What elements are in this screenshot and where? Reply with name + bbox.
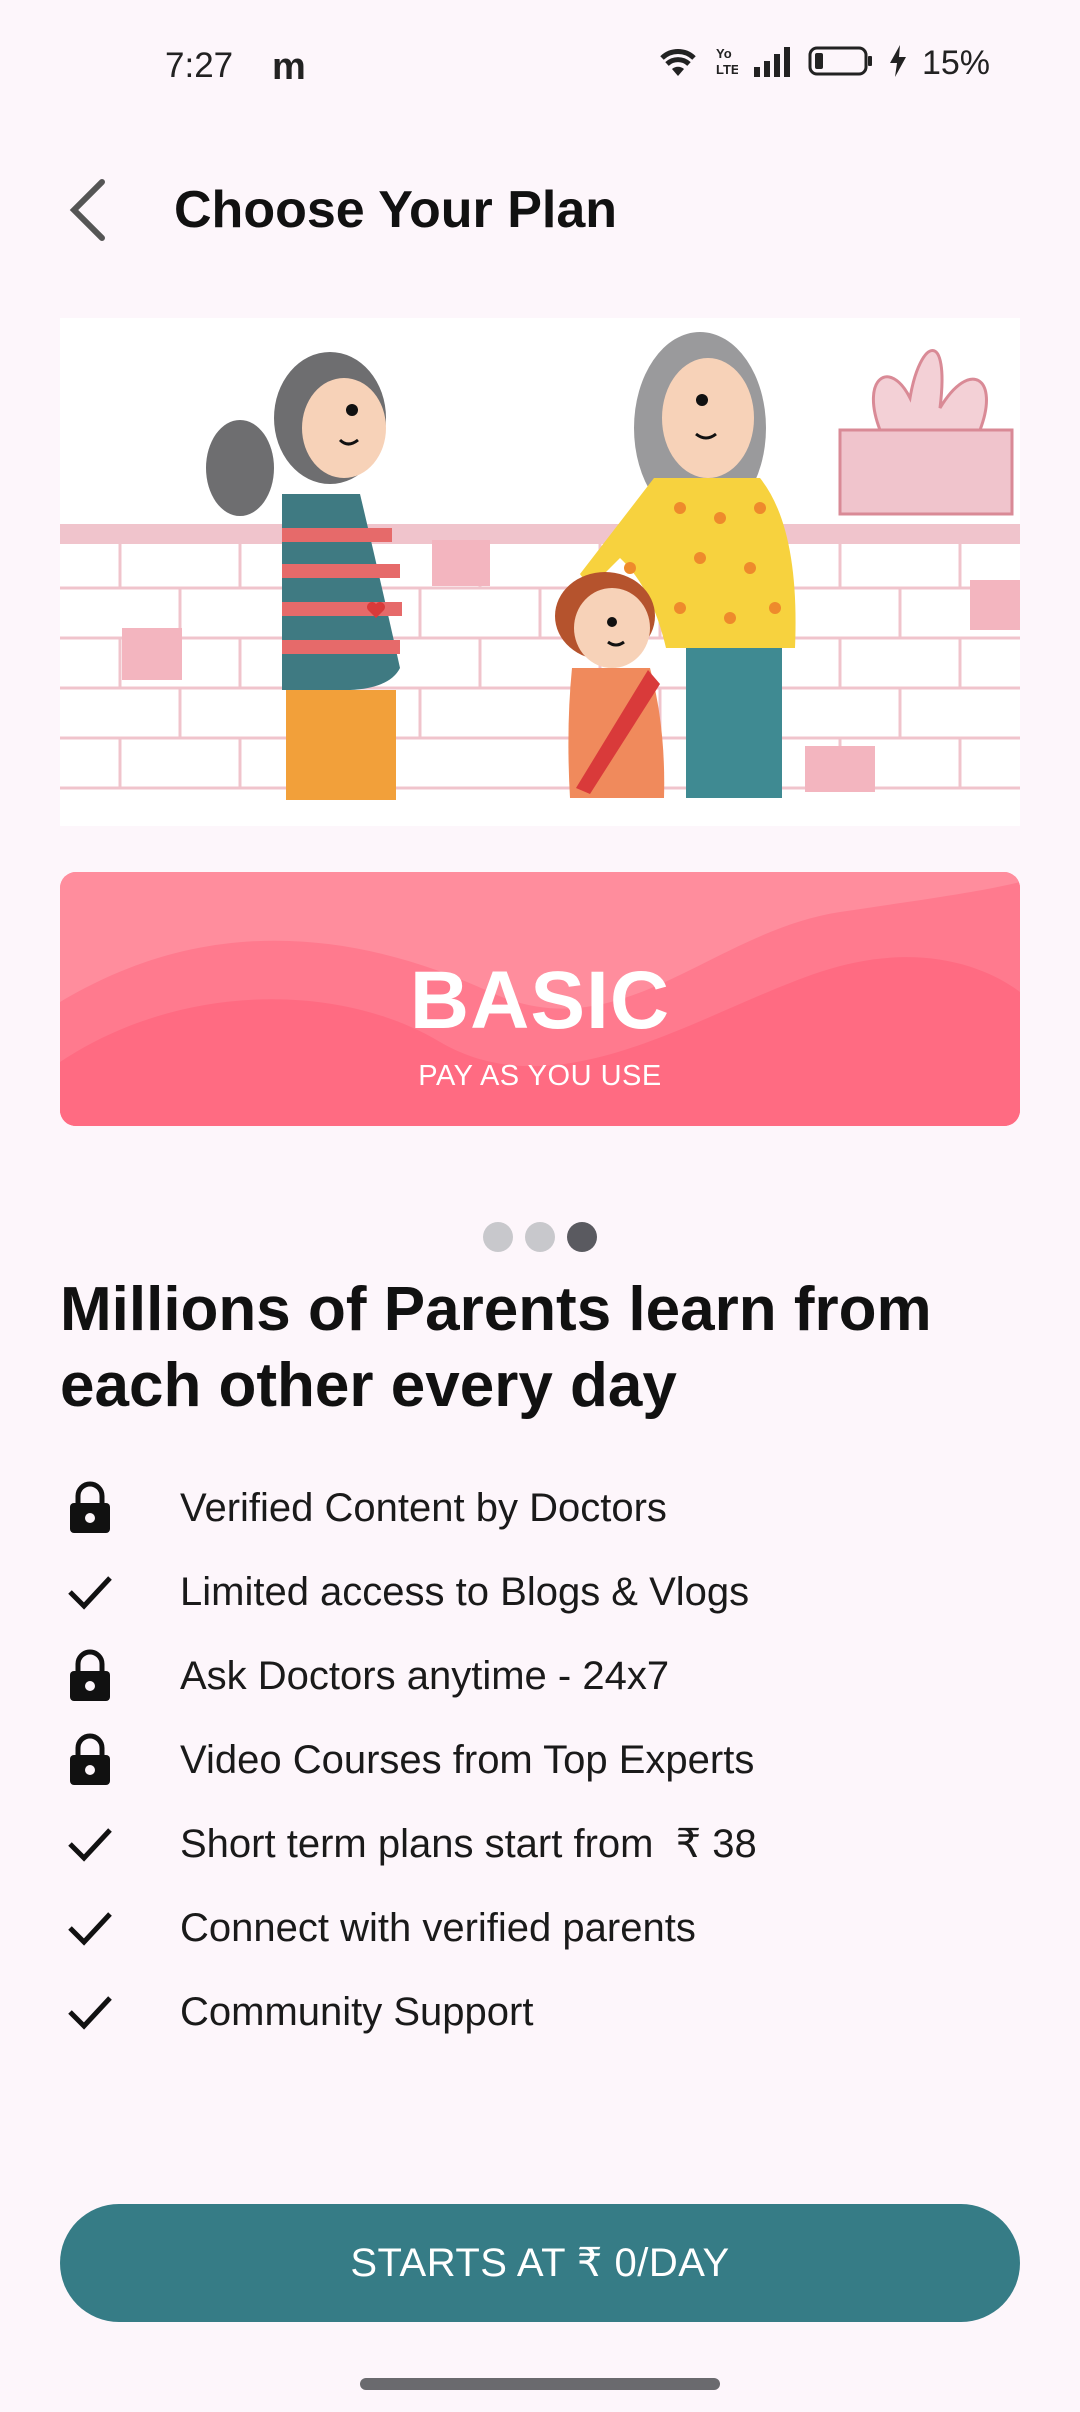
feature-text: Limited access to Blogs & Vlogs [180,1569,750,1614]
list-item: Limited access to Blogs & Vlogs [60,1550,1020,1634]
feature-text: Verified Content by Doctors [180,1485,667,1530]
status-icons: Yo LTE 15% [656,44,990,83]
chevron-left-icon [69,179,105,241]
list-item: Ask Doctors anytime - 24x7 [60,1634,1020,1718]
lock-icon [60,1730,120,1790]
check-icon [60,1562,120,1622]
status-bar: 7:27 m Yo LTE 15% [0,0,1080,130]
headline: Millions of Parents learn from each othe… [60,1275,932,1420]
app-notification-icon: m [272,46,306,88]
pager-dot[interactable] [483,1222,513,1252]
lock-icon [60,1646,120,1706]
lock-icon [60,1478,120,1538]
pager-dot[interactable] [525,1222,555,1252]
status-time: 7:27 [165,46,234,85]
hero-illustration [60,318,1020,826]
feature-text: Connect with verified parents [180,1905,696,1950]
plan-subtitle: PAY AS YOU USE [418,1060,662,1092]
list-item: Video Courses from Top Experts [60,1718,1020,1802]
check-icon [60,1982,120,2042]
pager-dot-active[interactable] [567,1222,597,1252]
list-item: Short term plans start from ₹ 38 [60,1802,1020,1886]
signal-icon [752,45,794,82]
wifi-icon [656,44,700,83]
charging-icon [888,44,908,83]
plan-name: BASIC [409,955,671,1046]
pager-dots [0,1222,1080,1252]
home-indicator[interactable] [360,2378,720,2390]
back-button[interactable] [48,170,128,250]
plan-card[interactable]: BASIC PAY AS YOU USE [60,872,1020,1126]
feature-list: Verified Content by Doctors Limited acce… [60,1466,1020,2054]
feature-text: Video Courses from Top Experts [180,1737,755,1782]
list-item: Community Support [60,1970,1020,2054]
app-header: Choose Your Plan [0,160,1080,260]
check-icon [60,1898,120,1958]
check-icon [60,1814,120,1874]
list-item: Verified Content by Doctors [60,1466,1020,1550]
starts-at-button[interactable]: STARTS AT ₹ 0/DAY [60,2204,1020,2322]
feature-text: Short term plans start from ₹ 38 [180,1822,757,1866]
feature-text: Ask Doctors anytime - 24x7 [180,1653,670,1698]
page-title: Choose Your Plan [174,181,618,239]
feature-text: Community Support [180,1989,534,2034]
svg-text:LTE: LTE [716,62,738,77]
list-item: Connect with verified parents [60,1886,1020,1970]
battery-percent: 15% [921,44,990,82]
volte-icon: Yo LTE [714,44,740,83]
battery-icon [808,45,874,82]
svg-text:Yo: Yo [716,46,732,61]
